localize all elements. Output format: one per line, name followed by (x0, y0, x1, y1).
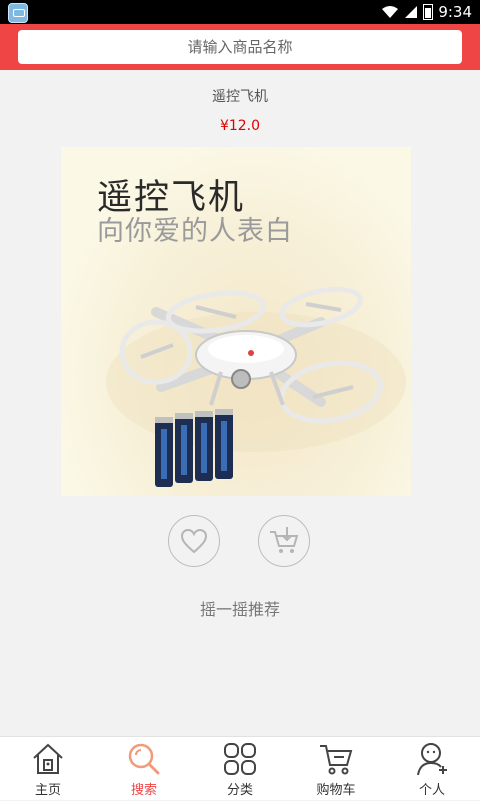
category-icon (224, 743, 256, 775)
app-notification-icon (8, 3, 28, 23)
search-input[interactable] (18, 30, 462, 64)
tab-cart-label: 购物车 (316, 783, 356, 798)
product-image[interactable]: 遥控飞机 向你爱的人表白 (61, 147, 411, 496)
tab-profile[interactable]: 个人 (384, 737, 480, 801)
product-price: ¥12.0 (219, 118, 261, 134)
shake-recommend-label[interactable]: 摇一摇推荐 (0, 596, 480, 620)
tab-category-label: 分类 (226, 783, 253, 798)
tab-home[interactable]: 主页 (0, 737, 96, 801)
tab-category[interactable]: 分类 (192, 737, 288, 801)
wifi-icon (382, 6, 399, 18)
tab-search[interactable]: 搜索 (96, 737, 192, 801)
tab-cart[interactable]: 购物车 (288, 737, 384, 801)
product-actions (0, 515, 480, 571)
bottom-tab-bar: 主页 搜索 分类 购物车 个人 (0, 736, 480, 800)
search-icon (128, 743, 160, 775)
battery-icon (423, 4, 434, 20)
tab-home-label: 主页 (34, 783, 61, 798)
status-bar: 9:34 (0, 0, 480, 24)
cart-add-icon (270, 527, 299, 553)
product-name: 遥控飞机 (212, 89, 268, 105)
home-icon (33, 743, 63, 774)
status-indicators: 9:34 (381, 2, 472, 22)
favorite-button[interactable] (168, 515, 220, 567)
cart-icon (320, 745, 353, 775)
tab-search-label: 搜索 (130, 783, 157, 798)
status-time: 9:34 (438, 3, 472, 21)
tab-profile-label: 个人 (418, 783, 445, 798)
add-to-cart-button[interactable] (258, 515, 310, 567)
heart-icon (180, 528, 208, 554)
search-header (0, 24, 480, 70)
signal-icon (405, 6, 418, 18)
batteries-illustration (155, 409, 233, 487)
user-icon (417, 743, 447, 776)
